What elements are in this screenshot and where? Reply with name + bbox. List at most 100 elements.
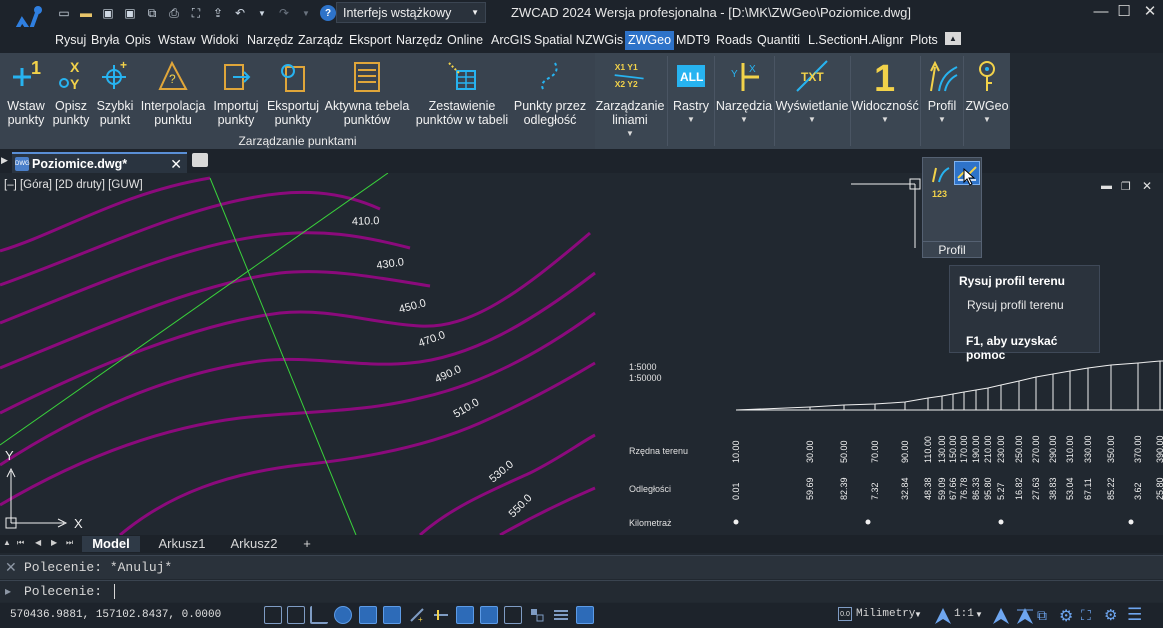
tab-online[interactable]: Online [447, 31, 483, 50]
describe-points-button[interactable]: XY Opisz punkty [51, 57, 91, 127]
auto-scale-icon[interactable] [1015, 606, 1035, 626]
tab-zwgis[interactable]: ZWGis [585, 31, 623, 50]
tab-widoki[interactable]: Widoki [201, 31, 239, 50]
tab-plots[interactable]: Plots [910, 31, 938, 50]
viewport-controls[interactable]: [–] [Góra] [2D druty] [GUW] [4, 179, 143, 191]
new-tab-icon[interactable] [192, 153, 208, 167]
isolate-objects-icon[interactable] [576, 606, 594, 624]
import-points-button[interactable]: Importuj punkty [210, 57, 262, 127]
transparency-icon[interactable] [480, 606, 498, 624]
display-dropdown[interactable]: TXT Wyświetlanie ▼ [776, 57, 848, 124]
layout-next-icon[interactable]: ▶ [51, 538, 57, 547]
object-snap-icon[interactable] [359, 606, 377, 624]
close-tab-icon[interactable]: ✕ [170, 156, 182, 173]
settings-gear-icon[interactable]: ⚙ [1059, 606, 1073, 626]
object-snap-tracking-icon[interactable] [383, 606, 401, 624]
quick-properties-icon[interactable] [504, 606, 522, 624]
units-value[interactable]: Milimetry [856, 608, 915, 620]
dynamic-ucs-icon[interactable]: + [408, 606, 426, 624]
new-file-icon[interactable]: ▭ [56, 5, 72, 21]
tab-bryla[interactable]: Bryła [91, 31, 119, 50]
tab-mdt9[interactable]: MDT9 [676, 31, 710, 50]
annotation-scale-value[interactable]: 1:1 [954, 608, 974, 620]
coordinates-readout[interactable]: 570436.9881, 157102.8437, 0.0000 [10, 609, 221, 621]
open-folder-icon[interactable]: ▬ [78, 5, 94, 21]
tab-zwgeo[interactable]: ZWGeo [625, 31, 675, 50]
tab-narzedzia-2[interactable]: Narzędz [396, 31, 443, 50]
zwgeo-dropdown[interactable]: ZWGeo ▼ [965, 57, 1009, 124]
layout-scroll-up-icon[interactable]: ▲ [3, 538, 11, 547]
workspace-switch-icon[interactable]: ⧉ [1037, 607, 1047, 624]
command-options-icon[interactable]: ▸ [5, 584, 11, 598]
profile-dropdown[interactable]: Profil ▼ [922, 57, 962, 124]
document-tab[interactable]: DWG Poziomice.dwg* ✕ [12, 152, 187, 173]
share-icon[interactable]: ⇪ [210, 5, 226, 21]
undo-dropdown-icon[interactable]: ▼ [254, 5, 270, 21]
fullscreen-icon[interactable]: ⛶ [1081, 607, 1091, 624]
save-icon[interactable]: ▣ [100, 5, 116, 21]
plot-preview-icon[interactable]: ⛶ [188, 5, 204, 21]
undo-icon[interactable]: ↶ [232, 5, 248, 21]
annotation-monitor-icon[interactable] [552, 606, 570, 624]
tab-spatial[interactable]: Spatial N [534, 31, 585, 50]
profile-labels-icon[interactable]: 123 [931, 185, 949, 201]
tab-arcgis[interactable]: ArcGIS [491, 31, 531, 50]
tab-zarzadzanie[interactable]: Zarządz [298, 31, 343, 50]
tools-dropdown[interactable]: YX Narzędzia ▼ [716, 57, 772, 124]
redo-icon[interactable]: ↷ [276, 5, 292, 21]
tab-eksport[interactable]: Eksport [349, 31, 391, 50]
profile-tool-icon[interactable] [929, 162, 951, 184]
print-icon[interactable]: ⎙ [166, 5, 182, 21]
collapse-ribbon-icon[interactable]: ▲ [945, 32, 961, 45]
lines-management-dropdown[interactable]: X1 Y1 X2 Y2 Zarządzanie liniami ▼ [596, 57, 665, 138]
layout-first-icon[interactable]: ⏮ [17, 538, 24, 548]
tab-rysuj[interactable]: Rysuj [55, 31, 86, 50]
tab-narzedzia-1[interactable]: Narzędz [247, 31, 294, 50]
annotation-visibility-icon[interactable] [991, 606, 1011, 626]
close-button[interactable]: ✕ [1138, 2, 1162, 22]
selection-cycling-icon[interactable] [528, 606, 546, 624]
tab-lsection[interactable]: L.Section [808, 31, 860, 50]
points-table-button[interactable]: Zestawienie punktów w tabeli [414, 57, 510, 127]
units-icon[interactable]: 0.0 [838, 607, 852, 621]
save-as-icon[interactable]: ▣ [122, 5, 138, 21]
minimize-button[interactable]: — [1089, 2, 1113, 22]
add-layout-button[interactable]: + [292, 536, 322, 552]
viewport-minimize-icon[interactable]: ▬ [1101, 180, 1112, 192]
maximize-button[interactable]: ☐ [1112, 2, 1136, 22]
chevron-down-icon[interactable]: ▼ [975, 610, 983, 619]
grid-display-icon[interactable] [264, 606, 282, 624]
layout-last-icon[interactable]: ⏭ [66, 538, 73, 548]
export-points-button[interactable]: Eksportuj punkty [266, 57, 320, 127]
annotation-scale-icon[interactable] [933, 606, 953, 626]
points-distance-button[interactable]: Punkty przez odległość [513, 57, 587, 127]
help-icon[interactable]: ? [320, 5, 336, 21]
tab-arkusz2[interactable]: Arkusz2 [222, 536, 286, 552]
hardware-acceleration-icon[interactable]: ⚙ [1104, 606, 1117, 624]
redo-dropdown-icon[interactable]: ▼ [298, 5, 314, 21]
tab-arkusz1[interactable]: Arkusz1 [150, 536, 214, 552]
command-input[interactable]: ▸ Polecenie: [0, 580, 1163, 602]
dynamic-input-icon[interactable] [432, 606, 450, 624]
tab-quantities[interactable]: Quantiti [757, 31, 800, 50]
visibility-dropdown[interactable]: 1 Widoczność ▼ [851, 57, 918, 124]
chevron-down-icon[interactable]: ▼ [914, 610, 922, 619]
layout-prev-icon[interactable]: ◀ [35, 538, 41, 547]
tab-wstaw[interactable]: Wstaw [158, 31, 196, 50]
tab-halignment[interactable]: H.Alignr [859, 31, 903, 50]
customize-menu-icon[interactable]: ☰ [1127, 605, 1142, 625]
interpolation-button[interactable]: ? Interpolacja punktu [140, 57, 206, 127]
close-command-icon[interactable]: ✕ [5, 559, 17, 576]
workspace-select[interactable]: Interfejs wstążkowy ▼ [336, 2, 486, 23]
tab-roads[interactable]: Roads [716, 31, 752, 50]
polar-tracking-icon[interactable] [334, 606, 352, 624]
tab-list-icon[interactable]: ▶ [1, 155, 8, 166]
snap-mode-icon[interactable] [287, 606, 305, 624]
active-table-button[interactable]: Aktywna tebela punktów [324, 57, 410, 127]
tab-model[interactable]: Model [82, 536, 140, 552]
lineweight-icon[interactable] [456, 606, 474, 624]
tab-opis[interactable]: Opis [125, 31, 151, 50]
ortho-icon[interactable] [310, 606, 328, 624]
viewport-restore-icon[interactable]: ❐ [1121, 180, 1131, 193]
quick-point-button[interactable]: + Szybki punkt [95, 57, 135, 127]
